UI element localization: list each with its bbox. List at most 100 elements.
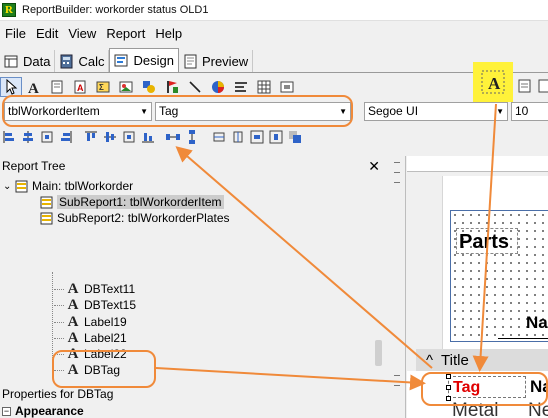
report-tree-header: Report Tree ✕ — [0, 156, 388, 176]
align-bottom-icon — [141, 133, 154, 143]
menu-file[interactable]: File — [0, 26, 31, 41]
tree-node-dbtext11-label: DBText11 — [84, 282, 136, 296]
dbmemo-tool-button[interactable] — [514, 76, 536, 96]
label-tool-button[interactable]: A — [23, 77, 45, 97]
tab-calc[interactable]: Calc — [55, 50, 110, 72]
richtext-tool-button[interactable]: A — [69, 77, 91, 97]
image-tool-button[interactable] — [115, 77, 137, 97]
expand-icon[interactable]: ⌄ — [3, 181, 15, 192]
field-dropdown-icon[interactable]: ▼ — [339, 103, 347, 120]
shape-tool-button[interactable] — [138, 77, 160, 97]
dbtext-tool-icon[interactable]: A — [481, 70, 505, 94]
tree-node-label22-label: Label22 — [84, 347, 127, 361]
align-right-button[interactable] — [57, 128, 74, 146]
space-horizontal-button[interactable] — [164, 128, 181, 146]
tree-connector — [54, 353, 64, 355]
dbmemo-icon — [518, 79, 531, 93]
menu-view[interactable]: View — [63, 26, 101, 41]
tree-node-subreport1[interactable]: SubReport1: tblWorkorderItem — [40, 194, 224, 210]
na-label-detail[interactable]: Na — [530, 377, 548, 397]
align-hcenter-icon — [41, 131, 52, 143]
size-width-button[interactable] — [210, 128, 227, 146]
resize-handle[interactable] — [446, 385, 451, 390]
tab-design[interactable]: Design — [109, 48, 179, 72]
menu-report[interactable]: Report — [101, 26, 150, 41]
tree-connector — [54, 288, 64, 290]
tab-data-label: Data — [23, 53, 51, 69]
dataset-dropdown-icon[interactable]: ▼ — [140, 103, 148, 120]
align-bottom-button[interactable] — [139, 128, 156, 146]
band-separator-line — [498, 338, 548, 339]
menu-edit[interactable]: Edit — [31, 26, 63, 41]
align-left-icon — [3, 131, 14, 143]
bring-front-button[interactable] — [286, 128, 303, 146]
resize-handle[interactable] — [446, 396, 451, 401]
properties-header: Properties for DBTag — [2, 387, 114, 401]
size-combo[interactable]: 10 — [511, 102, 548, 121]
line-tool-button[interactable] — [184, 77, 206, 97]
chart-tool-button[interactable] — [207, 77, 229, 97]
edit-toolbar: tblWorkorderItem ▼ Tag ▼ Segoe UI ▼ 10 — [0, 101, 548, 123]
tab-preview[interactable]: Preview — [179, 50, 254, 72]
dbtext-icon: A — [67, 361, 79, 378]
tree-node-label19[interactable]: A Label19 — [54, 314, 127, 330]
tree-node-subreport2-label: SubReport2: tblWorkorderPlates — [57, 211, 230, 225]
tree-node-dbtext11[interactable]: A DBText11 — [54, 281, 135, 297]
tab-data[interactable]: Data — [0, 50, 56, 72]
menu-help[interactable]: Help — [150, 26, 187, 41]
align-left-button[interactable] — [0, 128, 17, 146]
align-hcenter-button[interactable] — [38, 128, 55, 146]
center-window-v-button[interactable] — [267, 128, 284, 146]
space-vertical-button[interactable] — [183, 128, 200, 146]
dbtag-component[interactable]: Tag — [448, 376, 526, 398]
align-middle-icon — [103, 132, 116, 142]
subreport-tool-button[interactable] — [276, 77, 298, 97]
resize-handle[interactable] — [446, 374, 451, 379]
barcode-tool-button[interactable] — [253, 77, 275, 97]
vertical-ruler — [389, 156, 406, 418]
horizontal-ruler — [407, 156, 548, 172]
size-height-button[interactable] — [229, 128, 246, 146]
select-pointer-button[interactable] — [0, 77, 22, 97]
appearance-group[interactable]: − Appearance — [0, 404, 388, 418]
memo-tool-button[interactable] — [46, 77, 68, 97]
tree-node-label22[interactable]: A Label22 — [54, 346, 127, 362]
tree-scrollbar-thumb[interactable] — [375, 340, 382, 366]
tree-node-dbtext15[interactable]: A DBText15 — [54, 297, 136, 313]
field-combo[interactable]: Tag ▼ — [155, 102, 351, 121]
center-window-h-button[interactable] — [248, 128, 265, 146]
grid-icon — [257, 80, 271, 94]
na-label-header[interactable]: Na — [526, 313, 548, 333]
font-dropdown-icon[interactable]: ▼ — [496, 103, 504, 120]
tree-node-main[interactable]: ⌄ Main: tblWorkorder — [3, 178, 133, 194]
tree-node-dbtag[interactable]: A DBTag — [54, 362, 120, 378]
align-vcenter-button[interactable] — [120, 128, 137, 146]
space-horizontal-icon — [165, 134, 180, 140]
svg-text:Σ: Σ — [99, 83, 104, 92]
collapse-chevron-icon[interactable]: ^ — [426, 352, 433, 369]
align-middle-button[interactable] — [101, 128, 118, 146]
design-tab-icon — [114, 54, 128, 67]
dataset-combo[interactable]: tblWorkorderItem ▼ — [4, 102, 152, 121]
title-band[interactable]: ^ Title — [416, 349, 548, 371]
parts-label[interactable]: Parts — [456, 228, 518, 254]
dbrichtext-tool-button[interactable] — [534, 76, 548, 96]
align-top-button[interactable] — [82, 128, 99, 146]
font-combo[interactable]: Segoe UI ▼ — [364, 102, 508, 121]
checkbox-tool-button[interactable] — [161, 77, 183, 97]
close-icon[interactable]: ✕ — [368, 158, 380, 175]
menu-bar: File Edit View Report Help — [0, 22, 187, 44]
image-icon — [119, 81, 133, 93]
ruler-tick — [394, 375, 400, 376]
label-icon: A — [67, 313, 79, 330]
tab-design-label: Design — [133, 53, 174, 68]
align-center-button[interactable] — [19, 128, 36, 146]
dbcalc-tool-button[interactable] — [230, 77, 252, 97]
tree-node-label21[interactable]: A Label21 — [54, 330, 127, 346]
collapse-icon[interactable]: − — [2, 406, 11, 416]
tree-node-subreport2[interactable]: SubReport2: tblWorkorderPlates — [40, 210, 230, 226]
calc-tool-button[interactable]: Σ — [92, 77, 114, 97]
line-icon — [189, 81, 201, 93]
tab-bar: Data Calc Design Preview — [0, 48, 254, 72]
center-window-v-icon — [269, 130, 282, 144]
